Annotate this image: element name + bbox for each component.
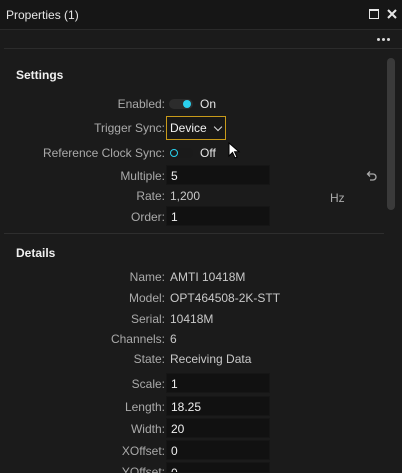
scale-input[interactable]: 1 — [166, 373, 270, 393]
length-input[interactable]: 18.25 — [166, 396, 270, 416]
scrollbar[interactable] — [387, 58, 395, 210]
enabled-label: Enabled: — [117, 97, 165, 111]
enabled-value: On — [200, 97, 217, 111]
width-label: Width: — [130, 422, 165, 436]
title-bar: Properties (1) — [0, 0, 402, 30]
order-input[interactable]: 1 — [166, 206, 270, 226]
yoffset-input[interactable]: 0 — [166, 462, 270, 473]
reference-clock-toggle[interactable] — [169, 148, 193, 158]
serial-value: 10418M — [170, 312, 214, 326]
enabled-toggle[interactable] — [169, 99, 193, 109]
rate-value: 1,200 — [170, 189, 201, 203]
scale-label: Scale: — [131, 377, 165, 391]
toggle-knob — [170, 149, 178, 157]
channels-value: 6 — [170, 332, 177, 346]
name-label: Name: — [129, 270, 165, 284]
section-divider — [4, 233, 384, 234]
state-label: State: — [133, 352, 165, 366]
reference-clock-value: Off — [200, 146, 216, 160]
chevron-down-icon — [213, 122, 223, 132]
channels-label: Channels: — [110, 332, 165, 346]
model-value: OPT464508-2K-STT — [170, 291, 281, 305]
trigger-sync-label: Trigger Sync: — [94, 121, 165, 135]
reference-clock-label: Reference Clock Sync: — [42, 146, 165, 160]
toggle-knob — [183, 100, 191, 108]
multiple-input[interactable]: 5 — [166, 165, 270, 185]
model-label: Model: — [128, 291, 165, 305]
name-value: AMTI 10418M — [170, 270, 246, 284]
close-button[interactable] — [385, 7, 399, 21]
trigger-sync-select[interactable]: Device — [166, 116, 226, 140]
details-heading: Details — [16, 246, 56, 260]
rate-label: Rate: — [136, 189, 165, 203]
width-input[interactable]: 20 — [166, 418, 270, 438]
state-value: Receiving Data — [170, 352, 252, 366]
yoffset-label: YOffset: — [121, 465, 165, 473]
xoffset-input[interactable]: 0 — [166, 440, 270, 460]
window-title: Properties (1) — [6, 8, 79, 22]
maximize-icon — [369, 9, 379, 19]
mouse-cursor-icon — [228, 142, 241, 159]
settings-heading: Settings — [16, 68, 64, 82]
maximize-button[interactable] — [367, 7, 381, 21]
serial-label: Serial: — [130, 312, 165, 326]
reset-icon[interactable] — [365, 170, 377, 182]
order-label: Order: — [130, 210, 165, 224]
close-icon — [387, 9, 397, 19]
multiple-label: Multiple: — [120, 169, 165, 183]
xoffset-label: XOffset: — [121, 444, 165, 458]
rate-unit: Hz — [330, 191, 345, 205]
more-options-icon[interactable] — [376, 37, 392, 43]
length-label: Length: — [124, 400, 165, 414]
trigger-sync-value: Device — [170, 121, 207, 135]
